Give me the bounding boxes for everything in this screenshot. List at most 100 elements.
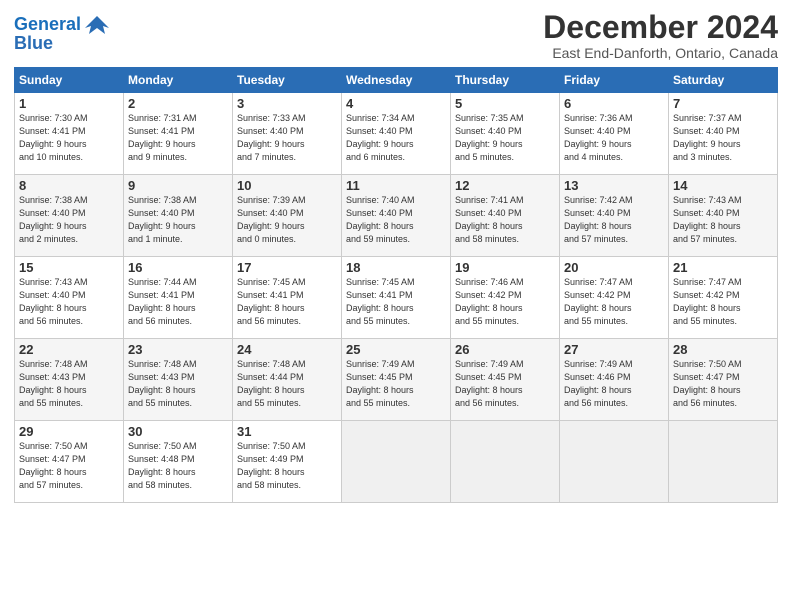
day-number: 20 bbox=[564, 260, 664, 275]
calendar-cell bbox=[342, 421, 451, 503]
day-info: Sunrise: 7:50 AM Sunset: 4:48 PM Dayligh… bbox=[128, 440, 228, 492]
calendar-cell: 14Sunrise: 7:43 AM Sunset: 4:40 PM Dayli… bbox=[669, 175, 778, 257]
calendar-cell: 15Sunrise: 7:43 AM Sunset: 4:40 PM Dayli… bbox=[15, 257, 124, 339]
day-number: 2 bbox=[128, 96, 228, 111]
day-info: Sunrise: 7:34 AM Sunset: 4:40 PM Dayligh… bbox=[346, 112, 446, 164]
day-number: 7 bbox=[673, 96, 773, 111]
day-info: Sunrise: 7:38 AM Sunset: 4:40 PM Dayligh… bbox=[128, 194, 228, 246]
calendar-cell: 23Sunrise: 7:48 AM Sunset: 4:43 PM Dayli… bbox=[124, 339, 233, 421]
day-info: Sunrise: 7:35 AM Sunset: 4:40 PM Dayligh… bbox=[455, 112, 555, 164]
day-info: Sunrise: 7:44 AM Sunset: 4:41 PM Dayligh… bbox=[128, 276, 228, 328]
day-info: Sunrise: 7:50 AM Sunset: 4:49 PM Dayligh… bbox=[237, 440, 337, 492]
calendar-cell: 6Sunrise: 7:36 AM Sunset: 4:40 PM Daylig… bbox=[560, 93, 669, 175]
weekday-header-thursday: Thursday bbox=[451, 68, 560, 93]
calendar-cell: 29Sunrise: 7:50 AM Sunset: 4:47 PM Dayli… bbox=[15, 421, 124, 503]
calendar-week-row: 29Sunrise: 7:50 AM Sunset: 4:47 PM Dayli… bbox=[15, 421, 778, 503]
calendar-cell: 22Sunrise: 7:48 AM Sunset: 4:43 PM Dayli… bbox=[15, 339, 124, 421]
day-info: Sunrise: 7:37 AM Sunset: 4:40 PM Dayligh… bbox=[673, 112, 773, 164]
weekday-header-tuesday: Tuesday bbox=[233, 68, 342, 93]
calendar-cell: 11Sunrise: 7:40 AM Sunset: 4:40 PM Dayli… bbox=[342, 175, 451, 257]
day-info: Sunrise: 7:45 AM Sunset: 4:41 PM Dayligh… bbox=[237, 276, 337, 328]
day-number: 17 bbox=[237, 260, 337, 275]
day-number: 18 bbox=[346, 260, 446, 275]
month-title: December 2024 bbox=[543, 10, 778, 45]
day-number: 28 bbox=[673, 342, 773, 357]
calendar-cell: 30Sunrise: 7:50 AM Sunset: 4:48 PM Dayli… bbox=[124, 421, 233, 503]
day-info: Sunrise: 7:50 AM Sunset: 4:47 PM Dayligh… bbox=[673, 358, 773, 410]
location: East End-Danforth, Ontario, Canada bbox=[543, 45, 778, 61]
day-number: 5 bbox=[455, 96, 555, 111]
day-number: 25 bbox=[346, 342, 446, 357]
weekday-header-friday: Friday bbox=[560, 68, 669, 93]
day-info: Sunrise: 7:49 AM Sunset: 4:46 PM Dayligh… bbox=[564, 358, 664, 410]
calendar-cell: 12Sunrise: 7:41 AM Sunset: 4:40 PM Dayli… bbox=[451, 175, 560, 257]
day-number: 27 bbox=[564, 342, 664, 357]
calendar-cell: 28Sunrise: 7:50 AM Sunset: 4:47 PM Dayli… bbox=[669, 339, 778, 421]
day-info: Sunrise: 7:41 AM Sunset: 4:40 PM Dayligh… bbox=[455, 194, 555, 246]
day-info: Sunrise: 7:48 AM Sunset: 4:43 PM Dayligh… bbox=[19, 358, 119, 410]
day-info: Sunrise: 7:36 AM Sunset: 4:40 PM Dayligh… bbox=[564, 112, 664, 164]
calendar-cell: 3Sunrise: 7:33 AM Sunset: 4:40 PM Daylig… bbox=[233, 93, 342, 175]
calendar-cell: 31Sunrise: 7:50 AM Sunset: 4:49 PM Dayli… bbox=[233, 421, 342, 503]
weekday-header-sunday: Sunday bbox=[15, 68, 124, 93]
calendar-cell: 20Sunrise: 7:47 AM Sunset: 4:42 PM Dayli… bbox=[560, 257, 669, 339]
calendar-cell bbox=[451, 421, 560, 503]
logo: General Blue bbox=[14, 14, 111, 54]
day-number: 29 bbox=[19, 424, 119, 439]
weekday-header-monday: Monday bbox=[124, 68, 233, 93]
day-number: 30 bbox=[128, 424, 228, 439]
calendar-cell: 7Sunrise: 7:37 AM Sunset: 4:40 PM Daylig… bbox=[669, 93, 778, 175]
day-info: Sunrise: 7:49 AM Sunset: 4:45 PM Dayligh… bbox=[455, 358, 555, 410]
calendar-table: SundayMondayTuesdayWednesdayThursdayFrid… bbox=[14, 67, 778, 503]
day-number: 6 bbox=[564, 96, 664, 111]
calendar-cell: 18Sunrise: 7:45 AM Sunset: 4:41 PM Dayli… bbox=[342, 257, 451, 339]
day-number: 4 bbox=[346, 96, 446, 111]
day-info: Sunrise: 7:48 AM Sunset: 4:44 PM Dayligh… bbox=[237, 358, 337, 410]
weekday-header-saturday: Saturday bbox=[669, 68, 778, 93]
calendar-cell: 2Sunrise: 7:31 AM Sunset: 4:41 PM Daylig… bbox=[124, 93, 233, 175]
calendar-cell: 21Sunrise: 7:47 AM Sunset: 4:42 PM Dayli… bbox=[669, 257, 778, 339]
calendar-cell: 13Sunrise: 7:42 AM Sunset: 4:40 PM Dayli… bbox=[560, 175, 669, 257]
day-number: 14 bbox=[673, 178, 773, 193]
day-info: Sunrise: 7:43 AM Sunset: 4:40 PM Dayligh… bbox=[19, 276, 119, 328]
day-number: 21 bbox=[673, 260, 773, 275]
day-info: Sunrise: 7:38 AM Sunset: 4:40 PM Dayligh… bbox=[19, 194, 119, 246]
day-number: 15 bbox=[19, 260, 119, 275]
logo-bird-icon bbox=[83, 14, 111, 36]
day-number: 10 bbox=[237, 178, 337, 193]
weekday-header-wednesday: Wednesday bbox=[342, 68, 451, 93]
calendar-cell bbox=[669, 421, 778, 503]
calendar-cell: 25Sunrise: 7:49 AM Sunset: 4:45 PM Dayli… bbox=[342, 339, 451, 421]
calendar-cell: 26Sunrise: 7:49 AM Sunset: 4:45 PM Dayli… bbox=[451, 339, 560, 421]
day-info: Sunrise: 7:42 AM Sunset: 4:40 PM Dayligh… bbox=[564, 194, 664, 246]
day-number: 16 bbox=[128, 260, 228, 275]
day-info: Sunrise: 7:30 AM Sunset: 4:41 PM Dayligh… bbox=[19, 112, 119, 164]
day-number: 19 bbox=[455, 260, 555, 275]
day-info: Sunrise: 7:31 AM Sunset: 4:41 PM Dayligh… bbox=[128, 112, 228, 164]
calendar-cell: 4Sunrise: 7:34 AM Sunset: 4:40 PM Daylig… bbox=[342, 93, 451, 175]
day-info: Sunrise: 7:50 AM Sunset: 4:47 PM Dayligh… bbox=[19, 440, 119, 492]
calendar-week-row: 8Sunrise: 7:38 AM Sunset: 4:40 PM Daylig… bbox=[15, 175, 778, 257]
day-number: 1 bbox=[19, 96, 119, 111]
calendar-cell: 24Sunrise: 7:48 AM Sunset: 4:44 PM Dayli… bbox=[233, 339, 342, 421]
day-info: Sunrise: 7:45 AM Sunset: 4:41 PM Dayligh… bbox=[346, 276, 446, 328]
calendar-cell: 9Sunrise: 7:38 AM Sunset: 4:40 PM Daylig… bbox=[124, 175, 233, 257]
day-number: 26 bbox=[455, 342, 555, 357]
calendar-cell: 1Sunrise: 7:30 AM Sunset: 4:41 PM Daylig… bbox=[15, 93, 124, 175]
day-number: 11 bbox=[346, 178, 446, 193]
calendar-cell: 10Sunrise: 7:39 AM Sunset: 4:40 PM Dayli… bbox=[233, 175, 342, 257]
day-info: Sunrise: 7:46 AM Sunset: 4:42 PM Dayligh… bbox=[455, 276, 555, 328]
day-number: 24 bbox=[237, 342, 337, 357]
day-info: Sunrise: 7:47 AM Sunset: 4:42 PM Dayligh… bbox=[564, 276, 664, 328]
logo-line2: Blue bbox=[14, 33, 53, 53]
day-number: 13 bbox=[564, 178, 664, 193]
title-block: December 2024 East End-Danforth, Ontario… bbox=[543, 10, 778, 61]
day-info: Sunrise: 7:39 AM Sunset: 4:40 PM Dayligh… bbox=[237, 194, 337, 246]
day-info: Sunrise: 7:40 AM Sunset: 4:40 PM Dayligh… bbox=[346, 194, 446, 246]
weekday-header-row: SundayMondayTuesdayWednesdayThursdayFrid… bbox=[15, 68, 778, 93]
day-info: Sunrise: 7:49 AM Sunset: 4:45 PM Dayligh… bbox=[346, 358, 446, 410]
calendar-week-row: 22Sunrise: 7:48 AM Sunset: 4:43 PM Dayli… bbox=[15, 339, 778, 421]
day-number: 22 bbox=[19, 342, 119, 357]
calendar-week-row: 15Sunrise: 7:43 AM Sunset: 4:40 PM Dayli… bbox=[15, 257, 778, 339]
day-info: Sunrise: 7:33 AM Sunset: 4:40 PM Dayligh… bbox=[237, 112, 337, 164]
